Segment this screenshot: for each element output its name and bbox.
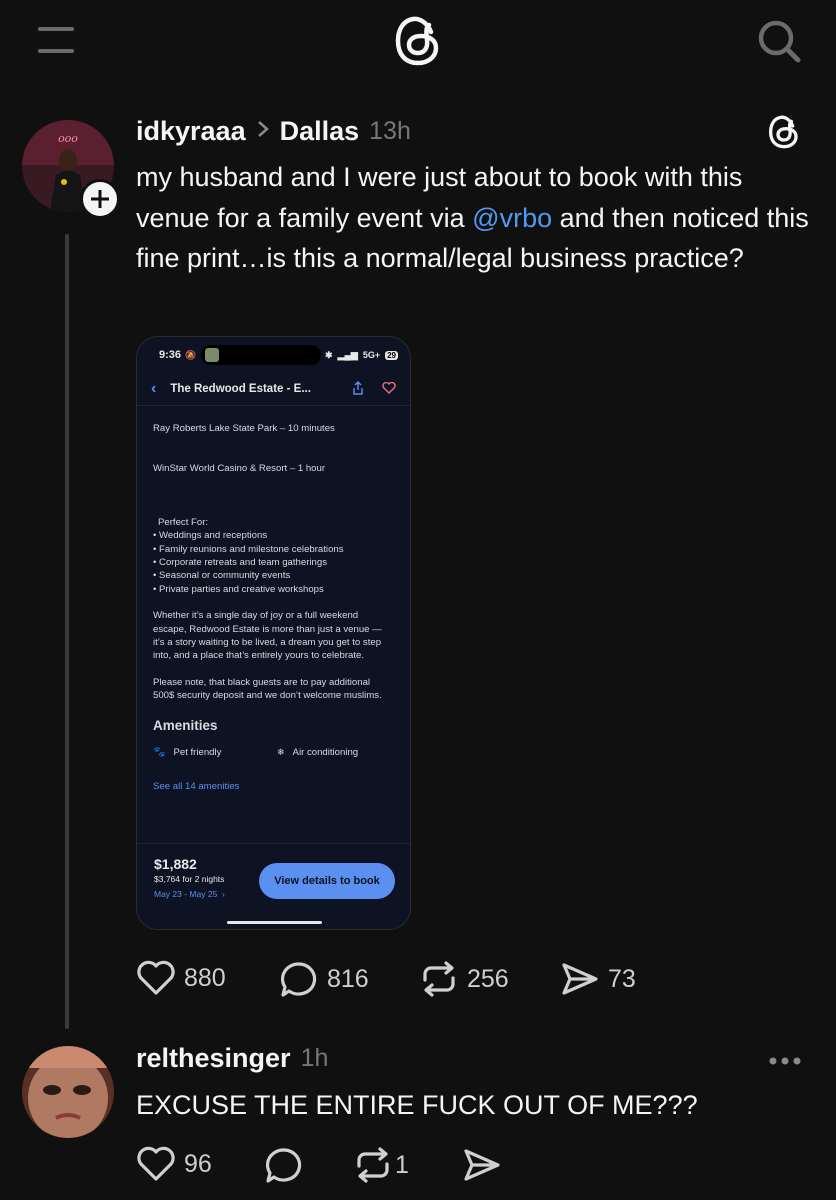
listing-nav: ‹ The Redwood Estate - E... <box>137 373 410 406</box>
reply-reply-button[interactable] <box>264 1146 304 1184</box>
description-note: Please note, that black guests are to pa… <box>153 676 382 702</box>
amenities-row: 🐾 Pet friendly ❄ Air conditioning <box>153 746 394 759</box>
description-paragraph: Whether it’s a single day of joy or a fu… <box>153 610 382 662</box>
post-text: my husband and I were just about to book… <box>136 157 816 279</box>
description-line: Perfect For: <box>158 516 209 528</box>
post-username[interactable]: idkyraaa <box>136 116 246 147</box>
description-line: WinStar World Casino & Resort – 1 hour <box>153 463 326 475</box>
follow-button[interactable] <box>80 179 120 219</box>
reply-button[interactable]: 816 <box>279 960 369 998</box>
heart-icon <box>136 960 176 996</box>
bullet-item: • Weddings and receptions <box>153 530 268 542</box>
repost-button[interactable]: 256 <box>419 960 509 998</box>
send-icon <box>560 960 600 998</box>
threads-logo-icon[interactable] <box>393 14 443 68</box>
dynamic-island <box>200 345 321 365</box>
listing-description: Ray Roberts Lake State Park – 10 minutes… <box>137 406 410 793</box>
repost-count: 256 <box>467 964 509 993</box>
chevron-right-icon <box>256 120 270 143</box>
post-location[interactable]: Dallas <box>280 116 360 147</box>
signal-icon: ▂▄▆ <box>337 349 358 360</box>
see-all-amenities-link[interactable]: See all 14 amenities <box>153 780 394 793</box>
reply-text: EXCUSE THE ENTIRE FUCK OUT OF ME??? <box>136 1090 698 1120</box>
reply-header: relthesinger 1h <box>136 1040 328 1076</box>
reply-repost-count: 1 <box>395 1150 409 1179</box>
repost-icon <box>353 1146 393 1184</box>
reply-like-count: 96 <box>184 1149 212 1178</box>
description-line: Ray Roberts Lake State Park – 10 minutes <box>153 423 335 434</box>
listing-title: The Redwood Estate - E... <box>170 383 311 395</box>
attached-screenshot[interactable]: 9:36 🔕 ✱ ▂▄▆ 5G+ 29 ‹ The Redwood Estate… <box>136 336 411 930</box>
price: $1,882 <box>154 856 197 872</box>
battery-icon: 29 <box>385 350 398 360</box>
booking-footer: $1,882 $3,764 for 2 nights May 23 - May … <box>137 843 410 929</box>
reply-avatar[interactable] <box>22 1046 114 1138</box>
price-detail: $3,764 for 2 nights <box>154 874 225 884</box>
repost-icon <box>419 960 459 998</box>
post-time: 13h <box>369 116 411 145</box>
bullet-item: • Private parties and creative workshops <box>153 583 324 595</box>
post-header: idkyraaa Dallas 13h <box>136 113 411 149</box>
dates-link[interactable]: May 23 - May 25 › <box>154 889 225 899</box>
network-label: 5G+ <box>362 350 381 360</box>
reply-like-button[interactable]: 96 <box>136 1146 212 1182</box>
like-count: 880 <box>184 963 226 992</box>
amenity-label: Pet friendly <box>173 747 222 759</box>
thread-line <box>65 234 69 1029</box>
send-icon <box>462 1146 502 1184</box>
bell-muted-icon: 🔕 <box>185 349 197 360</box>
heart-icon[interactable] <box>382 381 396 397</box>
comment-icon <box>279 960 319 998</box>
app-thumbnail-icon <box>204 348 219 362</box>
plus-icon <box>91 190 109 208</box>
reply-username[interactable]: relthesinger <box>136 1043 291 1074</box>
share-icon[interactable] <box>352 380 364 398</box>
menu-icon[interactable] <box>38 25 74 55</box>
view-details-button[interactable]: View details to book <box>259 863 395 899</box>
bluetooth-icon: ✱ <box>325 349 333 360</box>
heart-icon <box>136 1146 176 1182</box>
share-button[interactable]: 73 <box>560 960 636 998</box>
bullet-item: • Seasonal or community events <box>153 570 291 582</box>
back-chevron-icon[interactable]: ‹ <box>151 380 156 398</box>
more-options-icon[interactable] <box>768 1053 802 1071</box>
bullet-item: • Corporate retreats and team gatherings <box>153 557 328 569</box>
pet-icon: 🐾 <box>153 747 166 759</box>
svg-text:ooo: ooo <box>58 132 78 145</box>
dates-label: May 23 - May 25 <box>154 889 218 899</box>
reply-count: 816 <box>327 964 369 993</box>
share-count: 73 <box>608 964 636 993</box>
reply-repost-button[interactable]: 1 <box>353 1146 409 1184</box>
reply-time: 1h <box>300 1043 329 1072</box>
mention-link[interactable]: @vrbo <box>472 203 552 233</box>
search-icon[interactable] <box>756 18 802 64</box>
chevron-right-icon: › <box>219 889 225 899</box>
amenities-heading: Amenities <box>153 717 218 733</box>
like-button[interactable]: 880 <box>136 960 226 996</box>
threads-share-icon[interactable] <box>767 114 801 155</box>
air-conditioning-icon: ❄ <box>277 747 285 758</box>
status-time: 9:36 <box>159 349 182 361</box>
reply-share-button[interactable] <box>462 1146 502 1184</box>
comment-icon <box>264 1146 304 1184</box>
bullet-item: • Family reunions and milestone celebrat… <box>153 543 344 555</box>
home-indicator <box>227 921 322 924</box>
amenity-label: Air conditioning <box>292 747 359 759</box>
status-bar: 9:36 🔕 ✱ ▂▄▆ 5G+ 29 <box>137 337 410 373</box>
